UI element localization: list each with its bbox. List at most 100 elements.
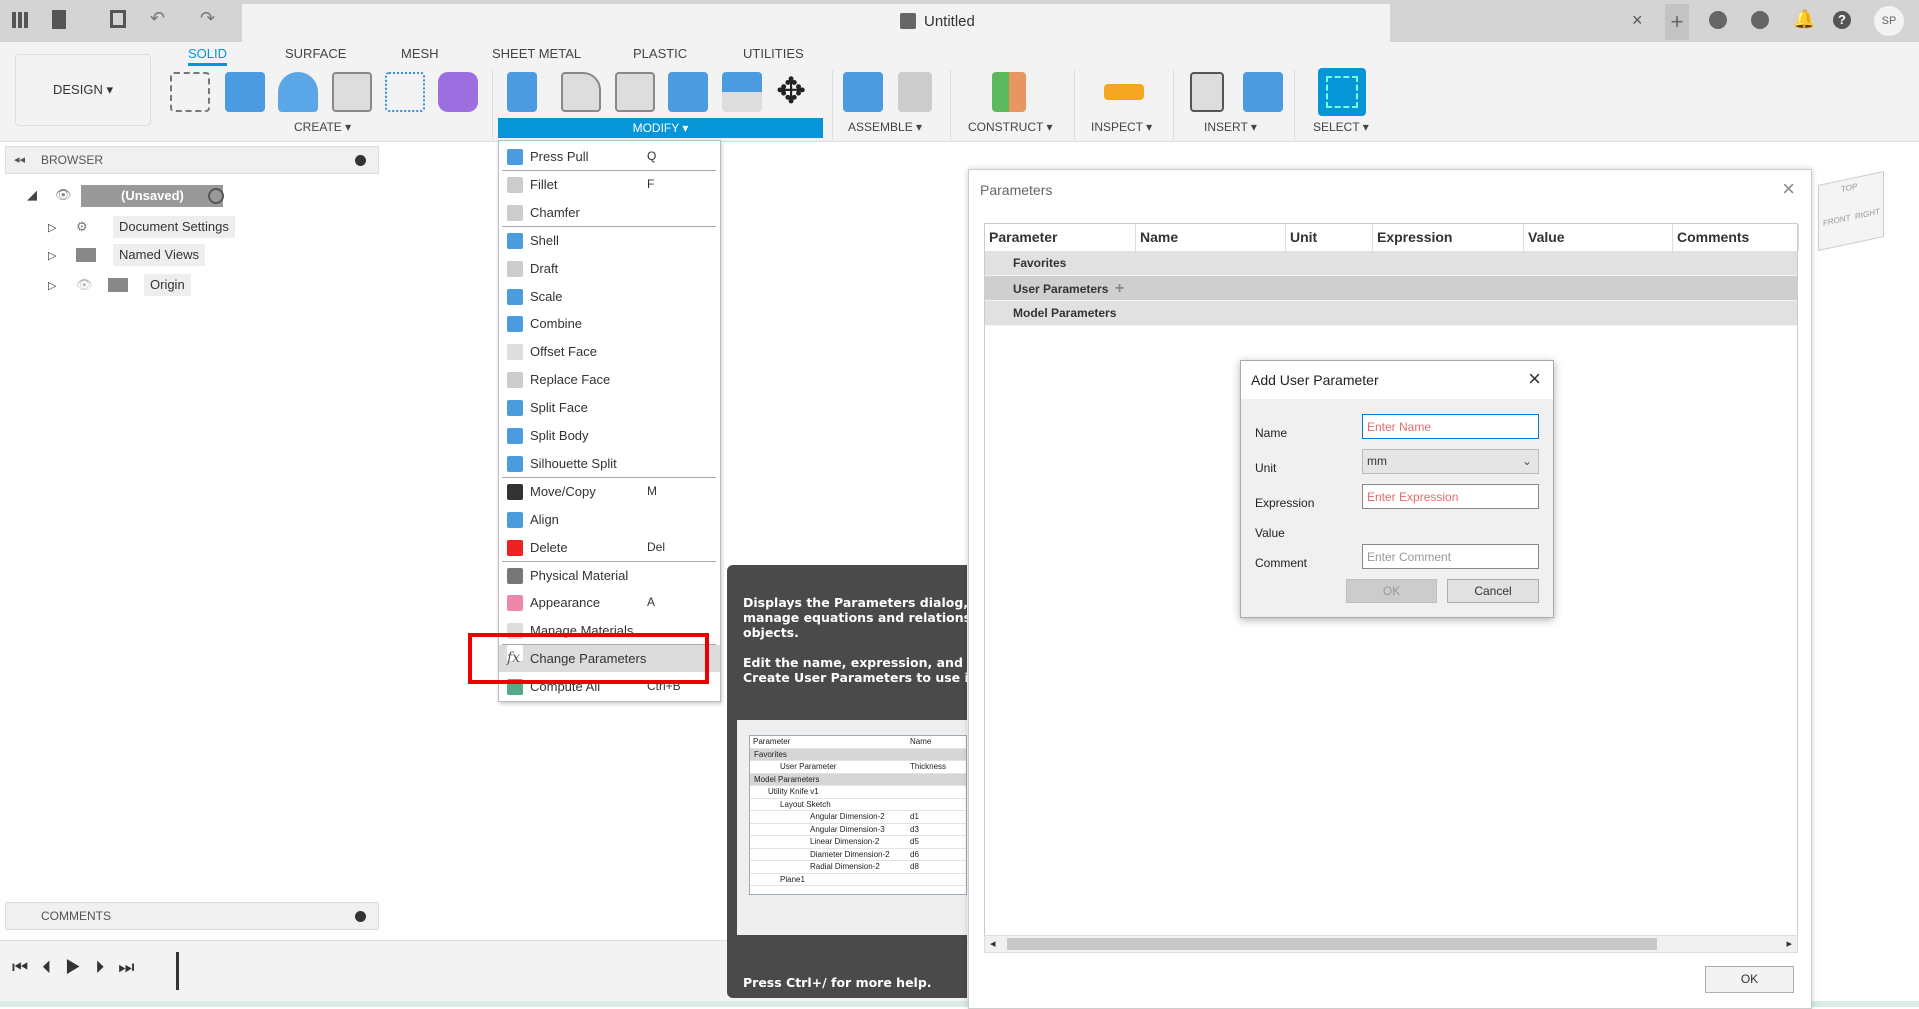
menu-item-replace-face[interactable]: Replace Face — [499, 366, 720, 393]
go-to-start-icon[interactable]: ⏮ — [12, 957, 42, 977]
play-icon[interactable]: ▶ — [65, 957, 95, 977]
redo-icon[interactable]: ↷ — [200, 8, 215, 29]
add-user-parameter-icon[interactable]: + — [1110, 280, 1124, 297]
menu-item-scale[interactable]: Scale — [499, 283, 720, 310]
menu-item-split-body[interactable]: Split Body — [499, 422, 720, 449]
expand-icon[interactable]: ▷ — [48, 280, 56, 292]
new-tab-icon[interactable]: + — [1665, 4, 1689, 40]
new-component-icon[interactable] — [843, 72, 883, 112]
activate-icon[interactable] — [208, 188, 224, 204]
combine-icon[interactable] — [668, 72, 708, 112]
close-tab-icon[interactable]: × — [1632, 10, 1643, 31]
timeline-marker[interactable] — [176, 952, 179, 990]
viewcube-top[interactable]: TOP — [1841, 182, 1857, 194]
document-tab[interactable] — [242, 4, 1390, 42]
file-icon[interactable] — [52, 10, 66, 29]
create-menu-button[interactable]: CREATE ▾ — [294, 120, 351, 134]
tab-surface[interactable]: SURFACE — [285, 46, 346, 61]
user-avatar[interactable]: SP — [1874, 6, 1904, 36]
move-icon[interactable]: ✥ — [776, 70, 806, 112]
tab-utilities[interactable]: UTILITIES — [743, 46, 804, 61]
extrude-icon[interactable] — [225, 72, 265, 112]
go-to-end-icon[interactable]: ⏭ — [118, 957, 148, 977]
measure-icon[interactable] — [1104, 84, 1144, 100]
tab-plastic[interactable]: PLASTIC — [633, 46, 687, 61]
insert-canvas-icon[interactable] — [1243, 72, 1283, 112]
viewcube-front[interactable]: FRONT — [1823, 213, 1851, 228]
select-icon[interactable] — [1318, 68, 1366, 116]
menu-item-fillet[interactable]: Fillet F — [499, 171, 720, 198]
view-cube[interactable]: TOP FRONT RIGHT — [1818, 170, 1884, 252]
scroll-thumb[interactable] — [1007, 938, 1657, 950]
tab-solid[interactable]: SOLID — [188, 46, 228, 66]
column-header-comments[interactable]: Comments — [1673, 224, 1799, 251]
job-status-icon[interactable] — [1751, 11, 1769, 29]
step-back-icon[interactable]: ⏴ — [42, 957, 65, 977]
column-header-expression[interactable]: Expression — [1373, 224, 1524, 251]
menu-item-split-face[interactable]: Split Face — [499, 394, 720, 421]
insert-menu-button[interactable]: INSERT ▾ — [1204, 120, 1257, 134]
tab-sheet-metal[interactable]: SHEET METAL — [492, 46, 581, 61]
construct-menu-button[interactable]: CONSTRUCT ▾ — [968, 120, 1052, 134]
close-icon[interactable]: × — [1782, 176, 1795, 202]
insert-derive-icon[interactable] — [1190, 72, 1224, 112]
menu-item-shell[interactable]: Shell — [499, 227, 720, 254]
parameter-group-row[interactable]: Model Parameters — [985, 301, 1797, 326]
browser-header[interactable]: ◂◂ BROWSER — [5, 146, 379, 174]
expression-input[interactable] — [1362, 484, 1539, 509]
workspace-switcher[interactable]: DESIGN ▾ — [15, 54, 151, 126]
expand-icon[interactable]: ▷ — [48, 222, 56, 234]
ok-button[interactable]: OK — [1346, 579, 1437, 603]
inspect-menu-button[interactable]: INSPECT ▾ — [1091, 120, 1152, 134]
name-input[interactable] — [1362, 414, 1539, 439]
menu-item-delete[interactable]: Delete Del — [499, 534, 720, 561]
menu-item-move-copy[interactable]: Move/Copy M — [499, 478, 720, 505]
parameter-group-row[interactable]: User Parameters + — [985, 276, 1797, 301]
help-icon[interactable]: ? — [1833, 11, 1851, 29]
menu-item-press-pull[interactable]: Press Pull Q — [499, 143, 720, 170]
expand-icon[interactable]: ◢ — [27, 187, 37, 203]
joint-icon[interactable] — [898, 72, 932, 112]
shell-icon[interactable] — [615, 72, 655, 112]
comments-header[interactable]: COMMENTS — [5, 902, 379, 930]
press-pull-icon[interactable] — [507, 72, 537, 112]
visibility-icon[interactable]: 👁 — [55, 187, 72, 203]
form-icon[interactable] — [438, 72, 478, 112]
select-menu-button[interactable]: SELECT ▾ — [1313, 120, 1369, 134]
menu-item-appearance[interactable]: Appearance A — [499, 589, 720, 616]
root-component[interactable]: (Unsaved) — [81, 185, 223, 207]
column-header-unit[interactable]: Unit — [1286, 224, 1373, 251]
step-forward-icon[interactable]: ⏵ — [95, 957, 118, 977]
add-comment-icon[interactable] — [355, 911, 366, 922]
undo-icon[interactable]: ↶ — [150, 8, 165, 29]
browser-root-row[interactable]: ◢ 👁 (Unsaved) — [25, 185, 235, 207]
close-icon[interactable]: × — [1528, 366, 1541, 392]
browser-item-document-settings[interactable]: ▷ ⚙ Document Settings — [48, 216, 248, 238]
scroll-right-icon[interactable]: ▸ — [1786, 937, 1792, 950]
menu-item-chamfer[interactable]: Chamfer — [499, 199, 720, 226]
cancel-button[interactable]: Cancel — [1447, 579, 1539, 603]
menu-item-offset-face[interactable]: Offset Face — [499, 338, 720, 365]
hidden-icon[interactable]: 👁 — [76, 274, 93, 296]
menu-item-draft[interactable]: Draft — [499, 255, 720, 282]
menu-item-silhouette-split[interactable]: Silhouette Split — [499, 450, 720, 477]
split-body-icon[interactable] — [722, 72, 762, 112]
modify-menu-button[interactable]: MODIFY ▾ — [498, 118, 823, 138]
scroll-left-icon[interactable]: ◂ — [990, 937, 996, 950]
minus-icon[interactable] — [355, 155, 366, 166]
horizontal-scrollbar[interactable]: ◂ ▸ — [984, 935, 1798, 953]
menu-item-align[interactable]: Align — [499, 506, 720, 533]
menu-item-combine[interactable]: Combine — [499, 310, 720, 337]
column-header-name[interactable]: Name — [1136, 224, 1286, 251]
unit-select[interactable]: mm ⌄ — [1362, 449, 1539, 474]
extensions-icon[interactable] — [1709, 11, 1727, 29]
pattern-icon[interactable] — [385, 72, 425, 112]
collapse-icon[interactable]: ◂◂ — [14, 147, 25, 173]
save-icon[interactable] — [110, 10, 126, 28]
assemble-menu-button[interactable]: ASSEMBLE ▾ — [848, 120, 922, 134]
fillet-icon[interactable] — [561, 72, 601, 112]
expand-icon[interactable]: ▷ — [48, 250, 56, 262]
hole-icon[interactable] — [332, 72, 372, 112]
parameter-group-row[interactable]: Favorites — [985, 251, 1797, 276]
column-header-parameter[interactable]: Parameter — [985, 224, 1136, 251]
